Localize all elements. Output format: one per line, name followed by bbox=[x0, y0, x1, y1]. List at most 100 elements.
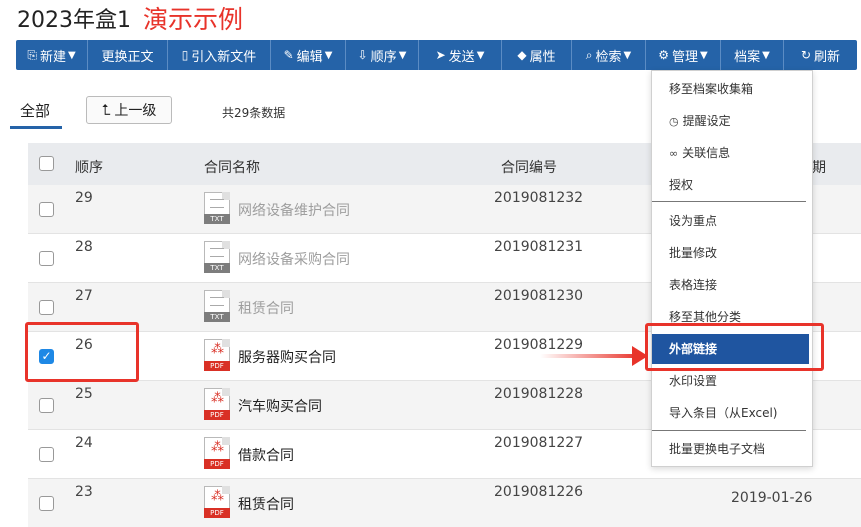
contract-name-link[interactable]: 租赁合同 bbox=[238, 494, 294, 514]
contract-name-link[interactable]: 汽车购买合同 bbox=[238, 396, 322, 416]
contract-number: 2019081231 bbox=[494, 239, 584, 255]
highlight-box-menu bbox=[645, 323, 824, 371]
tab-all-label: 全部 bbox=[20, 102, 51, 120]
row-checkbox[interactable] bbox=[39, 300, 54, 315]
chevron-down-icon: ▼ bbox=[762, 49, 770, 61]
toolbar-button-1[interactable]: 更换正文 bbox=[88, 40, 168, 70]
menu-item-1[interactable]: ◷ 提醒设定 bbox=[652, 106, 812, 136]
row-checkbox[interactable] bbox=[39, 202, 54, 217]
txt-file-icon[interactable]: TXT bbox=[204, 241, 230, 273]
chevron-down-icon: ▼ bbox=[623, 49, 632, 61]
chevron-down-icon: ▼ bbox=[67, 49, 76, 61]
toolbar-button-10[interactable]: ↻ 刷新 bbox=[784, 40, 857, 70]
toolbar-button-6[interactable]: ◆ 属性 bbox=[502, 40, 572, 70]
menu-item-label: 提醒设定 bbox=[682, 114, 731, 128]
select-all-checkbox[interactable] bbox=[39, 156, 54, 171]
menu-item-11[interactable]: 批量更换电子文档 bbox=[652, 434, 812, 464]
header-seq: 顺序 bbox=[75, 160, 103, 176]
menu-item-6[interactable]: 表格连接 bbox=[652, 270, 812, 300]
pdf-file-icon[interactable]: ⁂ PDF bbox=[204, 437, 230, 469]
file-type-label: TXT bbox=[204, 263, 230, 273]
chevron-down-icon: ▼ bbox=[476, 49, 485, 61]
record-count: 共29条数据 bbox=[222, 106, 286, 120]
toolbar-button-9[interactable]: 档案 ▼ bbox=[721, 40, 784, 70]
menu-item-10[interactable]: 导入条目（从Excel) bbox=[652, 398, 812, 428]
row-seq: 25 bbox=[75, 386, 93, 402]
tag-icon: ◆ bbox=[517, 48, 527, 62]
menu-item-label: 批量更换电子文档 bbox=[669, 442, 766, 456]
row-checkbox[interactable] bbox=[39, 251, 54, 266]
contract-name-link[interactable]: 网络设备采购合同 bbox=[238, 249, 350, 269]
contract-name-link[interactable]: 借款合同 bbox=[238, 445, 294, 465]
row-seq: 27 bbox=[75, 288, 93, 304]
header-name: 合同名称 bbox=[204, 160, 260, 176]
toolbar-button-label: 检索 bbox=[595, 49, 622, 65]
chevron-down-icon: ▼ bbox=[324, 49, 333, 61]
txt-file-icon[interactable]: TXT bbox=[204, 192, 230, 224]
import-file-icon: ▯ bbox=[181, 48, 189, 62]
toolbar-button-3[interactable]: ✎ 编辑 ▼ bbox=[271, 40, 346, 70]
toolbar-button-label: 更换正文 bbox=[101, 49, 154, 65]
toolbar-button-5[interactable]: ➤ 发送 ▼ bbox=[419, 40, 502, 70]
contract-name-link[interactable]: 网络设备维护合同 bbox=[238, 200, 350, 220]
row-checkbox[interactable] bbox=[39, 496, 54, 511]
menu-item-label: 表格连接 bbox=[669, 278, 718, 292]
toolbar-button-label: 顺序 bbox=[370, 49, 397, 65]
row-checkbox[interactable] bbox=[39, 447, 54, 462]
toolbar-button-label: 编辑 bbox=[296, 49, 323, 65]
toolbar-button-2[interactable]: ▯ 引入新文件 bbox=[168, 40, 271, 70]
toolbar-button-label: 发送 bbox=[448, 49, 475, 65]
row-seq: 28 bbox=[75, 239, 93, 255]
up-level-label: 上一级 bbox=[114, 103, 157, 119]
toolbar-button-8[interactable]: ⚙ 管理 ▼ bbox=[646, 40, 721, 70]
toolbar-button-4[interactable]: ⇩ 顺序 ▼ bbox=[346, 40, 419, 70]
menu-item-label: 移至档案收集箱 bbox=[669, 82, 754, 96]
toolbar-button-0[interactable]: ⎘ 新建 ▼ bbox=[16, 40, 88, 70]
tab-all[interactable]: 全部 bbox=[10, 96, 62, 129]
menu-item-label: 关联信息 bbox=[682, 146, 731, 160]
file-type-label: TXT bbox=[204, 312, 230, 322]
pdf-file-icon[interactable]: ⁂ PDF bbox=[204, 388, 230, 420]
contract-number: 2019081232 bbox=[494, 190, 584, 206]
menu-item-label: 授权 bbox=[669, 178, 694, 192]
menu-item-5[interactable]: 批量修改 bbox=[652, 238, 812, 268]
toolbar-button-label: 属性 bbox=[529, 49, 556, 65]
file-type-label: TXT bbox=[204, 214, 230, 224]
up-arrow-icon: ⮤ bbox=[101, 101, 111, 119]
contract-name-link[interactable]: 服务器购买合同 bbox=[238, 347, 336, 367]
pdf-file-icon[interactable]: ⁂ PDF bbox=[204, 486, 230, 518]
toolbar-button-7[interactable]: ⌕ 检索 ▼ bbox=[572, 40, 646, 70]
menu-separator bbox=[652, 201, 806, 202]
header-date: 期 bbox=[812, 160, 826, 176]
row-checkbox[interactable] bbox=[39, 398, 54, 413]
toolbar-button-label: 引入新文件 bbox=[191, 49, 257, 65]
row-seq: 29 bbox=[75, 190, 93, 206]
refresh-icon: ↻ bbox=[800, 48, 812, 62]
menu-item-label: 设为重点 bbox=[669, 214, 718, 228]
menu-item-2[interactable]: ∞ 关联信息 bbox=[652, 138, 812, 168]
edit-icon: ✎ bbox=[283, 48, 294, 62]
title-row: 2023年盒1 演示示例 bbox=[0, 0, 861, 40]
up-level-button[interactable]: ⮤ 上一级 bbox=[86, 96, 172, 124]
toolbar-button-label: 刷新 bbox=[814, 49, 841, 65]
toolbar-button-label: 管理 bbox=[672, 49, 699, 65]
menu-item-4[interactable]: 设为重点 bbox=[652, 206, 812, 236]
pdf-file-icon[interactable]: ⁂ PDF bbox=[204, 339, 230, 371]
table-row[interactable]: 23 ⁂ PDF 租赁合同 2019081226 2019-01-26 bbox=[28, 479, 861, 527]
order-icon: ⇩ bbox=[357, 48, 368, 62]
toolbar-button-label: 档案 bbox=[734, 49, 761, 65]
txt-file-icon[interactable]: TXT bbox=[204, 290, 230, 322]
file-type-label: PDF bbox=[204, 410, 230, 420]
clock-icon: ◷ bbox=[669, 115, 679, 128]
contract-number: 2019081230 bbox=[494, 288, 584, 304]
menu-item-label: 移至其他分类 bbox=[669, 310, 742, 324]
chevron-down-icon: ▼ bbox=[398, 49, 407, 61]
menu-item-0[interactable]: 移至档案收集箱 bbox=[652, 74, 812, 104]
file-type-label: PDF bbox=[204, 361, 230, 371]
annotation-arrow-line bbox=[540, 354, 640, 358]
menu-item-label: 水印设置 bbox=[669, 374, 718, 388]
menu-item-3[interactable]: 授权 bbox=[652, 170, 812, 200]
page-title: 2023年盒1 bbox=[17, 8, 131, 33]
header-number: 合同编号 bbox=[501, 160, 557, 176]
contract-name-link[interactable]: 租赁合同 bbox=[238, 298, 294, 318]
